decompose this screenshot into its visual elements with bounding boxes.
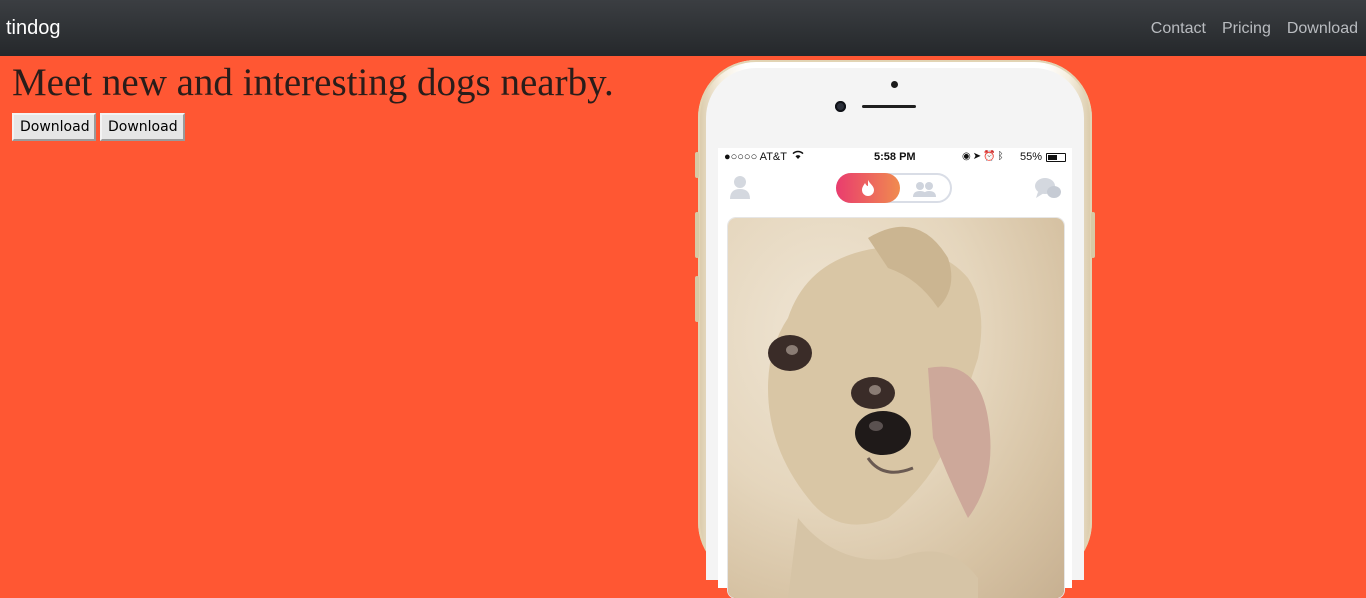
- status-bar: ●○○○○ AT&T 5:58 PM ◉➤⏰ᛒ 55%: [718, 148, 1072, 166]
- nav-link-contact[interactable]: Contact: [1151, 20, 1206, 38]
- nav-links: Contact Pricing Download: [1135, 20, 1358, 38]
- download-button-1[interactable]: Download: [12, 113, 96, 141]
- download-button-2[interactable]: Download: [100, 113, 185, 141]
- status-icons: ◉➤⏰ᛒ: [962, 151, 1006, 162]
- phone-screen: ●○○○○ AT&T 5:58 PM ◉➤⏰ᛒ 55%: [718, 148, 1072, 598]
- phone-speaker: [862, 105, 916, 108]
- mode-toggle[interactable]: [836, 173, 952, 203]
- nav-link-download[interactable]: Download: [1287, 20, 1358, 38]
- location-icon: ➤: [972, 151, 984, 162]
- phone-volume-up: [695, 212, 699, 258]
- phone-volume-down: [695, 276, 699, 322]
- battery-icon: [1046, 153, 1066, 162]
- people-icon: [912, 181, 938, 202]
- phone-power-button: [1091, 212, 1095, 258]
- navbar: tindog Contact Pricing Download: [0, 0, 1366, 56]
- battery-percent: 55%: [1019, 151, 1042, 163]
- phone-sensor: [891, 81, 898, 88]
- hero-title: Meet new and interesting dogs nearby.: [12, 61, 614, 104]
- status-time: 5:58 PM: [874, 151, 916, 163]
- profile-icon[interactable]: [728, 174, 752, 200]
- toggle-active-segment[interactable]: [836, 173, 900, 203]
- carrier-label: ●○○○○ AT&T: [724, 151, 787, 163]
- phone-mockup: ●○○○○ AT&T 5:58 PM ◉➤⏰ᛒ 55%: [695, 60, 1095, 598]
- wifi-icon: [792, 150, 804, 163]
- brand-logo[interactable]: tindog: [6, 17, 61, 40]
- phone-front-camera: [835, 101, 846, 112]
- chat-icon[interactable]: [1034, 176, 1062, 207]
- app-bar: [718, 170, 1072, 210]
- dog-photo: [768, 226, 991, 598]
- bluetooth-icon: ᛒ: [997, 151, 1006, 162]
- flame-icon: [860, 179, 876, 202]
- nav-link-pricing[interactable]: Pricing: [1222, 20, 1271, 38]
- phone-mute-switch: [695, 152, 699, 178]
- dog-photo-card[interactable]: [728, 218, 1064, 598]
- rotation-lock-icon: ◉: [962, 151, 973, 162]
- alarm-icon: ⏰: [983, 151, 998, 162]
